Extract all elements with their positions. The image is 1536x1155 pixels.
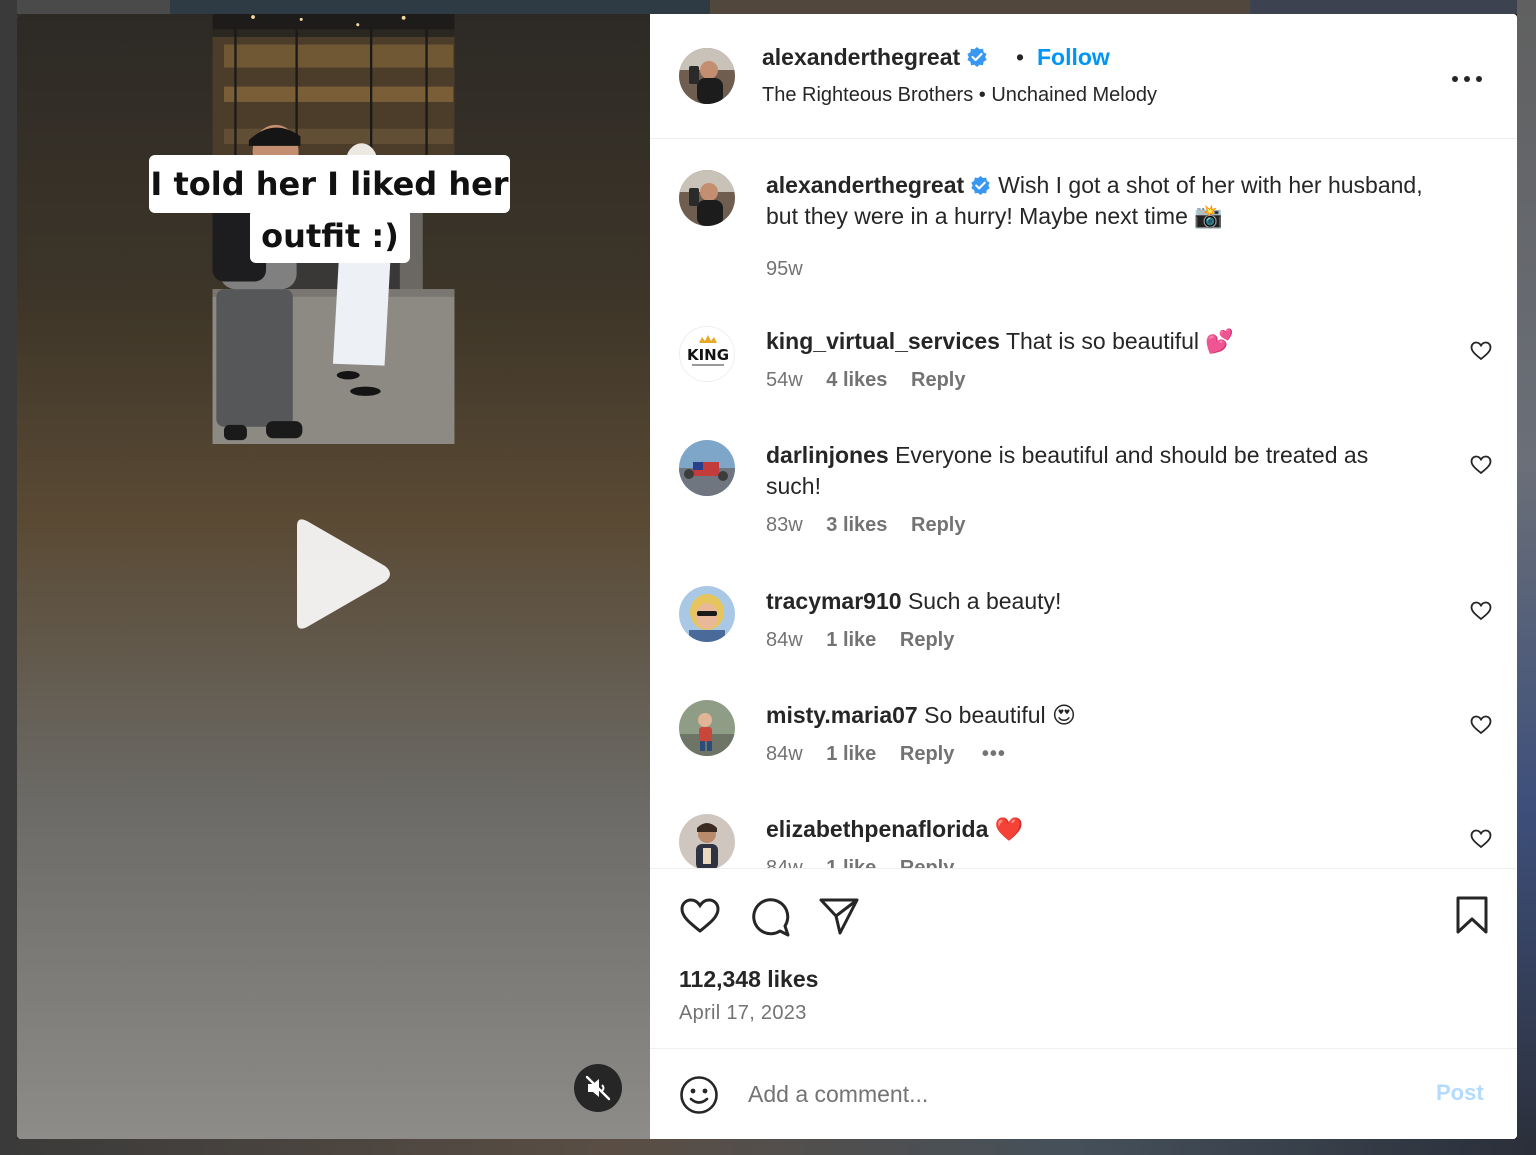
king-logo-text: KING bbox=[687, 346, 729, 364]
comment-body: king_virtual_services That is so beautif… bbox=[766, 326, 1426, 357]
follow-button[interactable]: Follow bbox=[1037, 44, 1110, 71]
comment-like-heart-icon[interactable] bbox=[1470, 829, 1492, 849]
author-avatar[interactable] bbox=[679, 170, 735, 226]
caption-username[interactable]: alexanderthegreat bbox=[766, 172, 964, 198]
background-tile bbox=[0, 0, 170, 14]
audio-track-link[interactable]: The Righteous Brothers • Unchained Melod… bbox=[762, 84, 1157, 107]
verified-badge-icon bbox=[971, 175, 990, 196]
video-player[interactable]: I told her I liked her outfit :) bbox=[17, 14, 650, 1139]
author-username-text[interactable]: alexanderthegreat bbox=[762, 44, 960, 70]
comment-like-heart-icon[interactable] bbox=[1470, 715, 1492, 735]
tracymar910-avatar-image bbox=[679, 586, 735, 642]
post-header: alexanderthegreat • Follow The Righteous… bbox=[650, 14, 1517, 139]
king-logo-avatar: KING bbox=[680, 327, 734, 381]
background-tile bbox=[0, 1139, 1536, 1155]
comment-likes[interactable]: 1 like bbox=[826, 629, 876, 651]
add-comment-bar: Post bbox=[650, 1048, 1517, 1139]
comment-text: That is so beautiful 💕 bbox=[1005, 328, 1235, 354]
comment-time[interactable]: 54w bbox=[766, 369, 803, 391]
background-tile bbox=[1250, 0, 1536, 14]
comment-body: elizabethpenaflorida ❤️ bbox=[766, 814, 1426, 845]
reply-button[interactable]: Reply bbox=[900, 743, 954, 765]
comment-like-heart-icon[interactable] bbox=[1470, 601, 1492, 621]
smiley-icon[interactable] bbox=[679, 1075, 719, 1115]
post-date[interactable]: April 17, 2023 bbox=[679, 1002, 807, 1025]
comments-list[interactable]: alexanderthegreat Wish I got a shot of he… bbox=[650, 140, 1517, 868]
comment-like-heart-icon[interactable] bbox=[1470, 341, 1492, 361]
reply-button[interactable]: Reply bbox=[911, 369, 965, 391]
verified-badge-icon bbox=[967, 47, 987, 67]
commenter-avatar[interactable] bbox=[679, 814, 735, 868]
reply-button[interactable]: Reply bbox=[911, 514, 965, 536]
caption-body: alexanderthegreat Wish I got a shot of he… bbox=[766, 170, 1426, 232]
elizabethpenaflorida-avatar-image bbox=[679, 814, 735, 868]
comment-meta: 84w 1 like Reply bbox=[766, 857, 972, 868]
play-icon[interactable] bbox=[285, 516, 395, 632]
video-caption-line-2: outfit :) bbox=[250, 209, 410, 263]
author-avatar-image bbox=[679, 170, 735, 226]
reply-button[interactable]: Reply bbox=[900, 629, 954, 651]
comment-body: tracymar910 Such a beauty! bbox=[766, 586, 1426, 617]
comment-meta: 84w 1 like Reply ••• bbox=[766, 743, 1024, 766]
comment-more-options[interactable]: ••• bbox=[982, 743, 1006, 765]
commenter-avatar[interactable] bbox=[679, 700, 735, 756]
author-avatar[interactable] bbox=[679, 48, 735, 104]
comment-body: misty.maria07 So beautiful 😍 bbox=[766, 700, 1426, 731]
comment-like-heart-icon[interactable] bbox=[1470, 455, 1492, 475]
bookmark-icon[interactable] bbox=[1454, 895, 1490, 935]
post-modal: I told her I liked her outfit :) alexand… bbox=[17, 14, 1517, 1139]
comment-text: Such a beauty! bbox=[907, 588, 1062, 614]
comment-time[interactable]: 84w bbox=[766, 743, 803, 765]
commenter-avatar[interactable] bbox=[679, 586, 735, 642]
misty-maria07-avatar-image bbox=[679, 700, 735, 756]
reply-button[interactable]: Reply bbox=[900, 857, 954, 868]
comment-time[interactable]: 84w bbox=[766, 629, 803, 651]
header-separator: • bbox=[1016, 44, 1025, 70]
comment-input[interactable] bbox=[748, 1077, 1388, 1111]
caption-time[interactable]: 95w bbox=[766, 258, 803, 280]
comment-likes[interactable]: 1 like bbox=[826, 743, 876, 765]
comment-username[interactable]: misty.maria07 bbox=[766, 702, 918, 728]
comment-likes[interactable]: 3 likes bbox=[826, 514, 887, 536]
commenter-avatar[interactable]: KING bbox=[679, 326, 735, 382]
more-horizontal-icon[interactable] bbox=[1450, 72, 1484, 86]
post-comment-button[interactable]: Post bbox=[1436, 1080, 1484, 1106]
caption-meta: 95w bbox=[766, 258, 821, 281]
author-username[interactable]: alexanderthegreat bbox=[762, 44, 988, 71]
video-caption-line-1: I told her I liked her bbox=[149, 155, 510, 213]
commenter-avatar[interactable] bbox=[679, 440, 735, 496]
likes-count[interactable]: 112,348 likes bbox=[679, 966, 818, 993]
background-tile bbox=[1517, 0, 1536, 1155]
comment-meta: 83w 3 likes Reply bbox=[766, 514, 983, 537]
mute-toggle-button[interactable] bbox=[574, 1064, 622, 1112]
darlinjones-avatar-image bbox=[679, 440, 735, 496]
comment-likes[interactable]: 4 likes bbox=[826, 369, 887, 391]
heart-icon[interactable] bbox=[679, 897, 721, 935]
comment-meta: 54w 4 likes Reply bbox=[766, 369, 983, 392]
author-avatar-image bbox=[679, 48, 735, 104]
comment-username[interactable]: tracymar910 bbox=[766, 588, 902, 614]
comment-username[interactable]: elizabethpenaflorida bbox=[766, 816, 988, 842]
background-tile bbox=[170, 0, 710, 14]
comment-meta: 84w 1 like Reply bbox=[766, 629, 972, 652]
post-sidebar: alexanderthegreat • Follow The Righteous… bbox=[650, 14, 1517, 1139]
paper-plane-icon[interactable] bbox=[818, 896, 860, 936]
comment-bubble-icon[interactable] bbox=[749, 896, 791, 938]
post-actions: 112,348 likes April 17, 2023 bbox=[650, 868, 1517, 1048]
background-tile bbox=[0, 0, 17, 1155]
comment-time[interactable]: 83w bbox=[766, 514, 803, 536]
comment-time[interactable]: 84w bbox=[766, 857, 803, 868]
muted-speaker-icon bbox=[585, 1075, 611, 1101]
comment-body: darlinjones Everyone is beautiful and sh… bbox=[766, 440, 1426, 502]
comment-text: ❤️ bbox=[994, 816, 1024, 842]
comment-likes[interactable]: 1 like bbox=[826, 857, 876, 868]
background-tile bbox=[710, 0, 1250, 14]
comment-text: So beautiful 😍 bbox=[924, 702, 1076, 728]
comment-username[interactable]: king_virtual_services bbox=[766, 328, 1000, 354]
comment-username[interactable]: darlinjones bbox=[766, 442, 889, 468]
